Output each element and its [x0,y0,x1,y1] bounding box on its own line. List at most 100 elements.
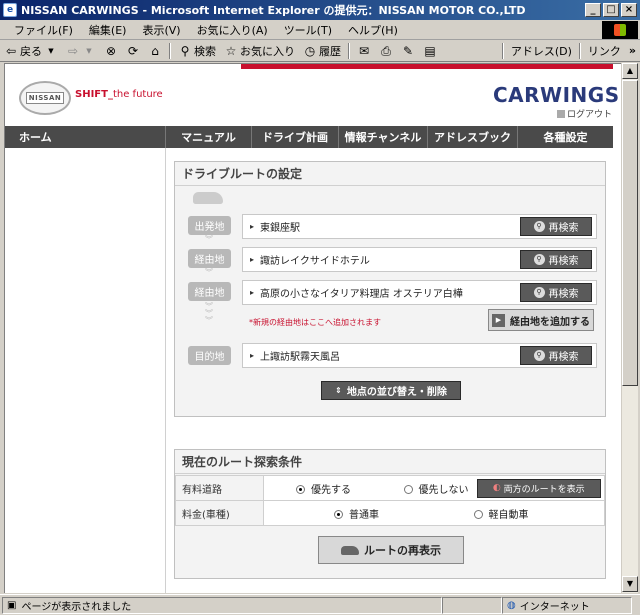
fee-normal-option[interactable]: 普通車 [263,500,474,526]
car-icon [193,192,223,204]
radio-unchecked-icon[interactable] [473,509,483,519]
menu-view[interactable]: 表示(V) [134,22,188,38]
conditions-table: 有料道路 優先する 優先しない ◐ 両方のルートを表示 料金(車種) 普通車 軽… [175,475,605,526]
research-label: 再検索 [548,352,579,363]
research-button-start[interactable]: ⚲ 再検索 [520,217,592,236]
nav-home[interactable]: ホーム [5,126,166,148]
title-bar: e NISSAN CARWINGS - Microsoft Internet E… [0,0,640,20]
chevron-right-icon[interactable]: » [625,44,640,57]
dest-point: 上諏訪駅霧天風呂 [260,352,341,363]
chevron-down-icon: ▼ [86,46,92,55]
edit-button[interactable]: ✎ [397,44,419,58]
search-icon: ⚲ [533,254,545,265]
discuss-button[interactable]: ▤ [419,44,441,58]
toll-no-option[interactable]: 優先しない [373,475,474,501]
menu-favorites[interactable]: お気に入り(A) [189,22,276,38]
history-label: 履歴 [319,44,341,58]
links-label[interactable]: リンク [584,43,625,59]
add-via-button[interactable]: ▶ 経由地を追加する [488,309,594,331]
research-button-dest[interactable]: ⚲ 再検索 [520,346,592,365]
shift-slogan: SHIFT_the future [75,89,163,100]
research-label: 再検索 [548,289,579,300]
search-icon: ⚲ [533,287,545,298]
reorder-label: 地点の並び替え・削除 [346,387,447,398]
nav-settings[interactable]: 各種設定 [518,126,613,148]
favorites-button[interactable]: ☆ お気に入り [220,43,299,59]
status-empty-1 [442,596,502,614]
header-accent-line [241,64,613,69]
redisplay-label: ルートの再表示 [364,544,441,557]
search-button[interactable]: ⚲ 検索 [174,43,220,59]
both-label: 両方のルートを表示 [503,484,585,495]
home-icon: ⌂ [151,43,159,58]
nav-drive-plan[interactable]: ドライブ計画 [252,126,339,148]
menu-tools[interactable]: ツール(T) [276,22,340,38]
stop-button[interactable]: ⊗ [100,44,122,58]
start-label: 出発地 [188,216,231,235]
bullet-icon: ▸ [250,288,255,297]
back-arrow-icon: ⇦ [5,43,17,58]
mail-button[interactable]: ✉ [353,44,375,58]
close-button[interactable]: × [621,3,637,17]
updown-icon: ⇕ [335,386,342,395]
vertical-scrollbar[interactable]: ▲ ▼ [621,63,638,593]
scroll-up-button[interactable]: ▲ [622,63,638,79]
nissan-logo-text: NISSAN [25,92,65,104]
route-icon: ◐ [492,483,501,493]
radio-checked-icon[interactable] [334,509,343,519]
route-row-via-1: ▸ 諏訪レイクサイドホテル ⚲ 再検索 [242,247,597,272]
carwings-logo: CARWINGS [493,83,620,107]
nissan-logo[interactable]: NISSAN [19,81,71,115]
nav-address-book[interactable]: アドレスブック [428,126,518,148]
toolbar-separator [501,42,504,59]
back-button[interactable]: ⇦ 戻る ▼ [0,43,62,59]
car-icon [341,545,359,555]
redisplay-route-button[interactable]: ルートの再表示 [318,536,464,564]
back-label: 戻る [20,44,42,58]
conditions-panel: 現在のルート探索条件 有料道路 優先する 優先しない ◐ 両方のルートを表示 料… [174,449,606,579]
route-row-via-2: ▸ 高原の小さなイタリア料理店 オステリア白樺 ⚲ 再検索 [242,280,597,305]
toll-no-label: 優先しない [418,484,469,496]
via-point-1: 諏訪レイクサイドホテル [260,256,370,267]
print-button[interactable]: ⎙ [375,44,397,58]
stop-icon: ⊗ [105,43,117,58]
add-via-label: 経由地を追加する [510,316,590,328]
fee-normal-label: 普通車 [349,509,379,521]
toolbar: ⇦ 戻る ▼ ⇨ ▼ ⊗ ⟳ ⌂ ⚲ 検索 ☆ お気に入り ◷ 履歴 ✉ ⎙ ✎… [0,40,640,62]
radio-checked-icon[interactable] [296,484,305,494]
conditions-panel-title: 現在のルート探索条件 [175,450,605,474]
nav-info-channel[interactable]: 情報チャンネル [339,126,428,148]
minimize-button[interactable]: _ [585,3,601,17]
shift-bold: SHIFT_ [75,89,113,100]
shift-thin: the future [112,89,163,100]
new-via-notice: *新規の経由地はここへ追加されます [249,318,381,327]
toolbar-separator [578,42,581,59]
logout-label: ログアウト [567,110,613,120]
show-both-routes-button[interactable]: ◐ 両方のルートを表示 [476,478,601,498]
fee-kei-option[interactable]: 軽自動車 [473,500,605,526]
research-button-via-1[interactable]: ⚲ 再検索 [520,250,592,269]
address-label[interactable]: アドレス(D) [507,43,576,59]
history-button[interactable]: ◷ 履歴 [299,43,345,59]
logout-link[interactable]: ログアウト [557,107,612,120]
sidebar-divider [165,148,166,593]
radio-unchecked-icon[interactable] [403,484,413,494]
history-icon: ◷ [304,43,316,58]
nav-manual[interactable]: マニュアル [166,126,252,148]
menu-help[interactable]: ヘルプ(H) [340,22,406,38]
scroll-down-button[interactable]: ▼ [622,576,638,592]
scroll-thumb[interactable] [622,80,638,386]
refresh-button[interactable]: ⟳ [122,44,144,58]
research-button-via-2[interactable]: ⚲ 再検索 [520,283,592,302]
reorder-button[interactable]: ⇕ 地点の並び替え・削除 [321,381,461,400]
via-label-2: 経由地 [188,282,231,301]
favorites-icon: ☆ [225,43,237,58]
home-button[interactable]: ⌂ [144,44,166,58]
toll-prefer-option[interactable]: 優先する [263,475,374,501]
forward-button[interactable]: ⇨ ▼ [62,44,100,58]
page-viewport: NISSAN SHIFT_the future CARWINGS ログアウト ホ… [4,63,621,593]
menu-edit[interactable]: 編集(E) [81,22,135,38]
bullet-icon: ▸ [250,351,255,360]
menu-file[interactable]: ファイル(F) [0,22,81,38]
maximize-button[interactable]: □ [603,3,619,17]
